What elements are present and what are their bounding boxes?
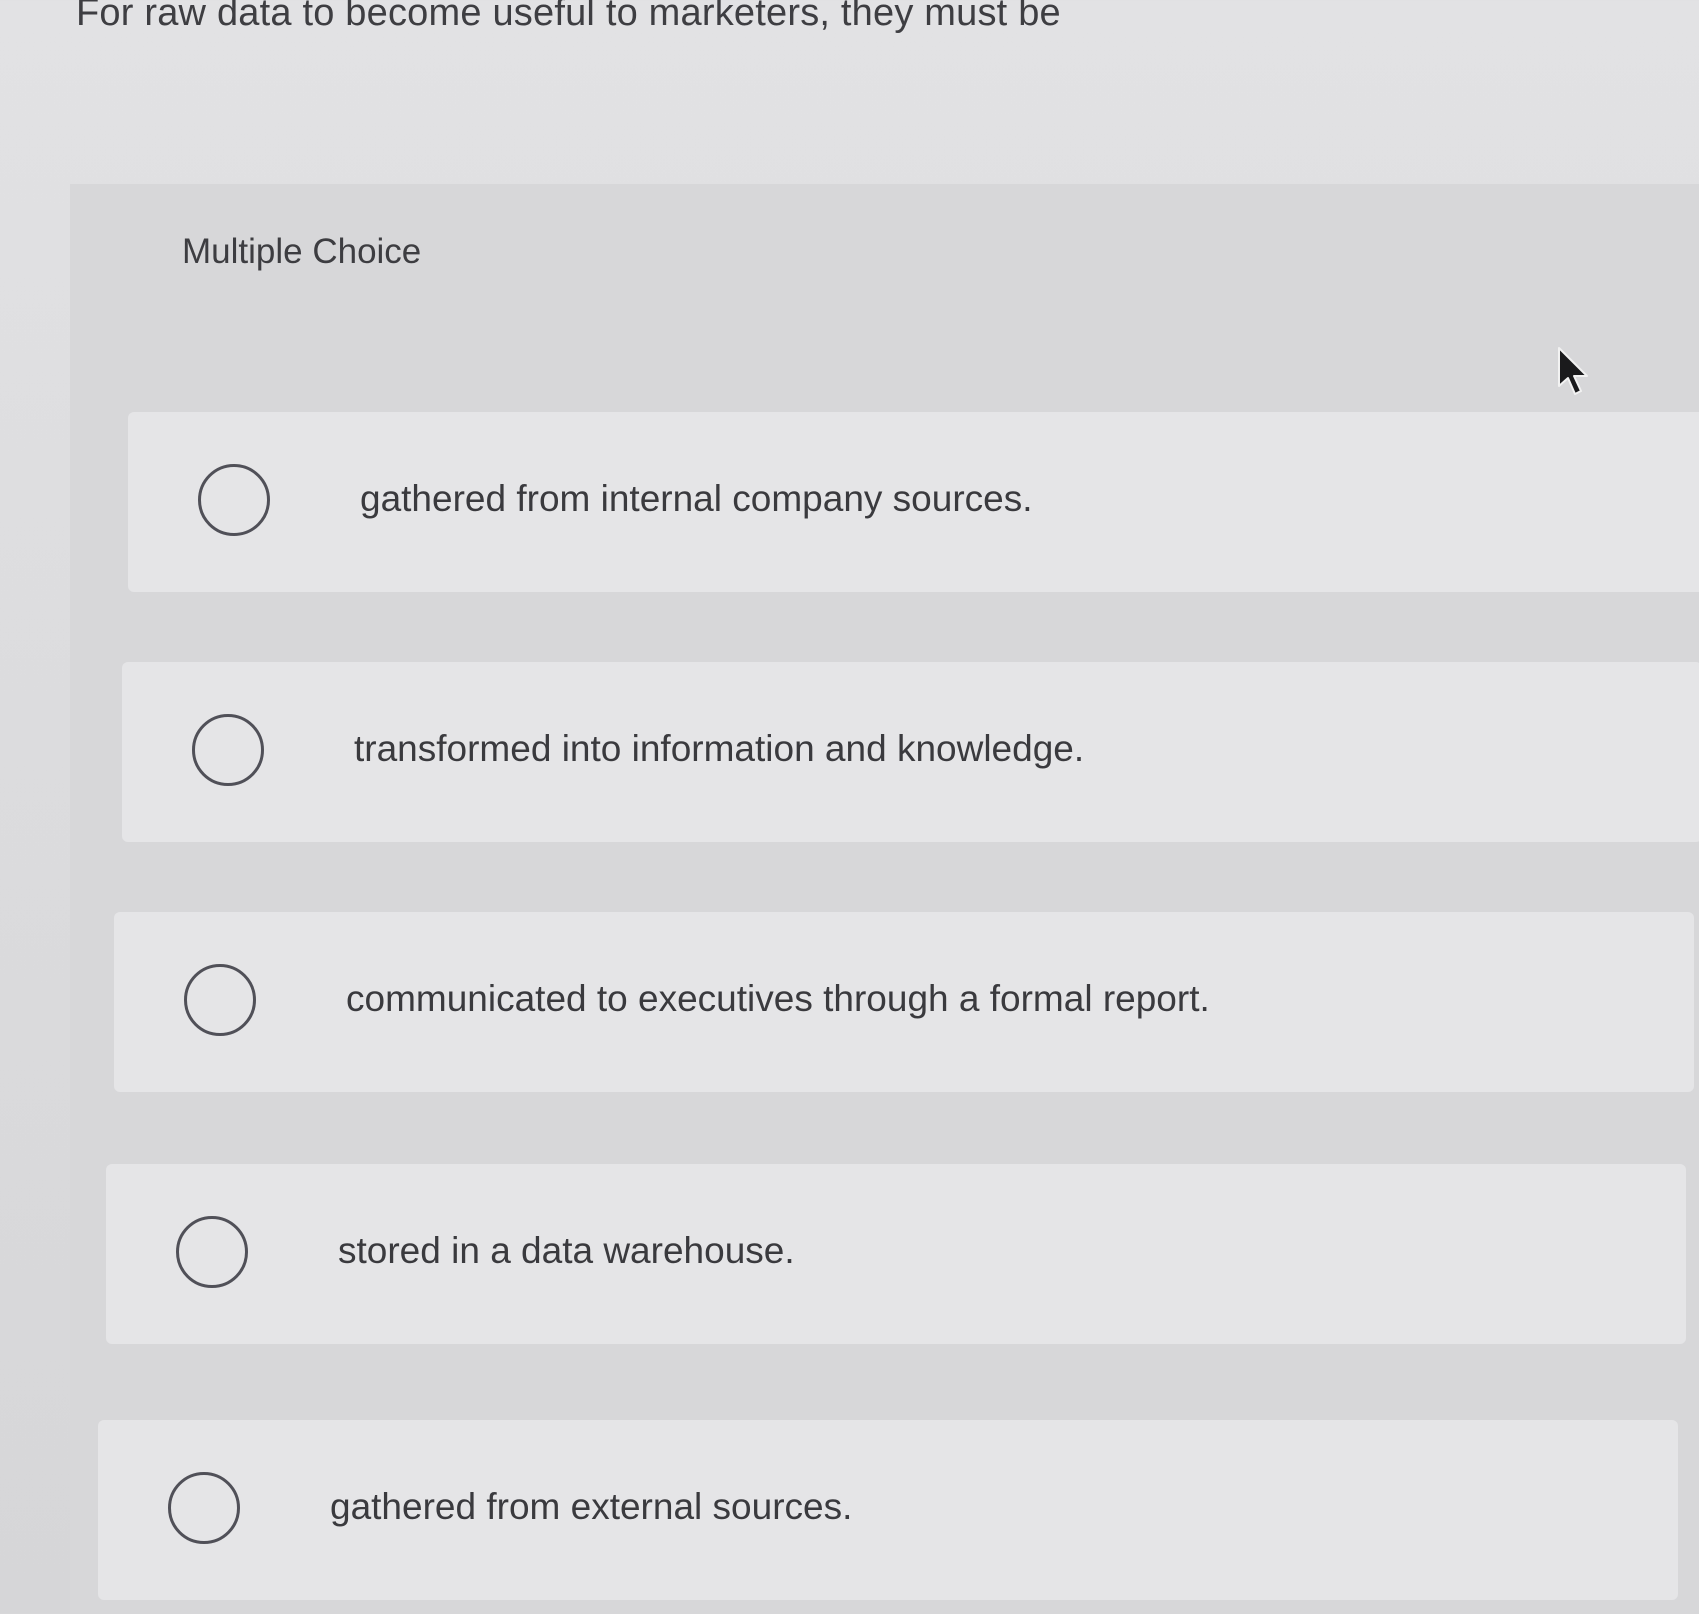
answer-option-4[interactable]: stored in a data warehouse. xyxy=(106,1164,1686,1344)
radio-button[interactable] xyxy=(184,964,256,1036)
radio-button[interactable] xyxy=(192,714,264,786)
answer-option-2[interactable]: transformed into information and knowled… xyxy=(122,662,1699,842)
radio-button[interactable] xyxy=(168,1472,240,1544)
answer-option-label: transformed into information and knowled… xyxy=(354,728,1085,769)
answer-option-label: gathered from internal company sources. xyxy=(360,478,1033,519)
arrow-pointer-icon xyxy=(1558,347,1588,395)
question-text: For raw data to become useful to markete… xyxy=(76,0,1061,34)
radio-button[interactable] xyxy=(198,464,270,536)
answer-panel xyxy=(70,184,1699,1614)
answer-option-label: stored in a data warehouse. xyxy=(338,1230,795,1271)
radio-button[interactable] xyxy=(176,1216,248,1288)
question-type-label: Multiple Choice xyxy=(182,232,422,271)
answer-option-1[interactable]: gathered from internal company sources. xyxy=(128,412,1699,592)
answer-option-5[interactable]: gathered from external sources. xyxy=(98,1420,1678,1600)
answer-option-label: communicated to executives through a for… xyxy=(346,978,1210,1019)
answer-option-3[interactable]: communicated to executives through a for… xyxy=(114,912,1694,1092)
answer-option-label: gathered from external sources. xyxy=(330,1486,853,1527)
